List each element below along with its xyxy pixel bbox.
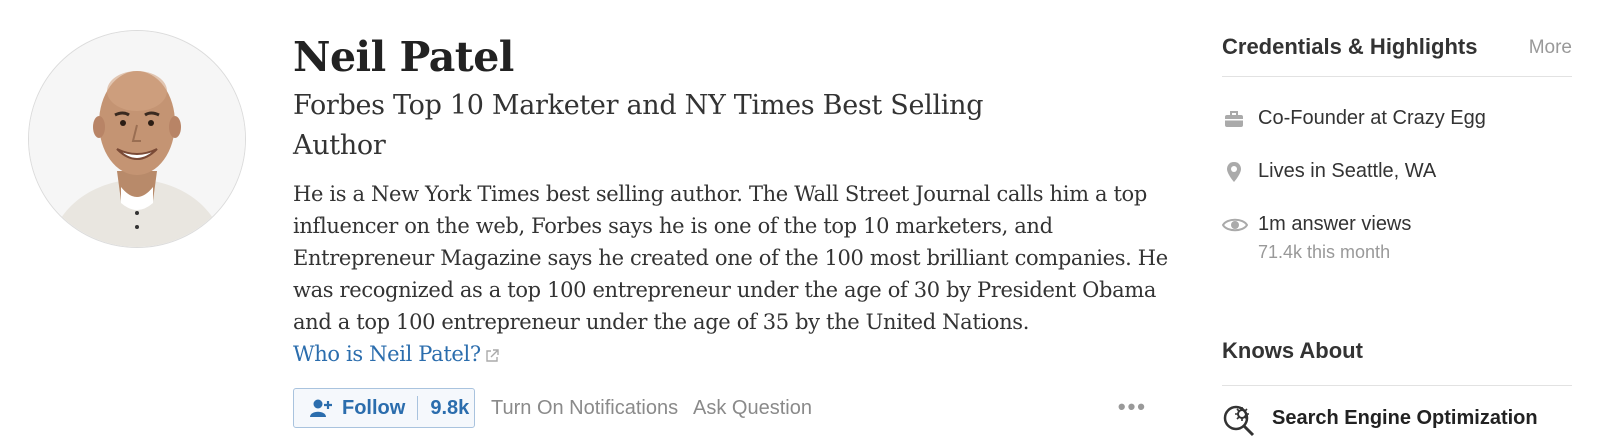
credential-item-views[interactable]: 1m answer views 71.4k this month [1221,209,1572,279]
bio-text: He is a New York Times best selling auth… [293,182,1168,334]
credential-subtext: 71.4k this month [1258,242,1391,262]
more-options-icon[interactable]: ••• [1118,394,1147,420]
credential-text: Co-Founder at Crazy Egg [1258,107,1486,129]
credential-text: 1m answer views [1258,213,1412,235]
topic-item[interactable]: Search Engine Optimization [1222,403,1572,439]
add-person-icon [310,398,332,418]
follow-label: Follow [342,396,406,419]
credentials-header: Credentials & Highlights More [1222,30,1572,77]
avatar[interactable] [28,30,246,248]
credentials-panel: Credentials & Highlights More Co-Founder… [1221,30,1572,279]
who-is-link-label: Who is Neil Patel? [293,342,481,366]
credentials-more-link[interactable]: More [1529,37,1572,59]
profile-actions: Follow 9.8k Turn On Notifications Ask Qu… [293,388,1173,430]
profile-photo [29,31,245,247]
credentials-title: Credentials & Highlights [1222,34,1478,59]
knows-about-panel: Knows About Search Engine Optimization [1222,335,1572,437]
knows-about-title: Knows About [1222,335,1572,386]
who-is-link[interactable]: Who is Neil Patel? [293,342,499,366]
search-gear-icon [1222,403,1258,444]
briefcase-icon [1222,107,1246,131]
profile-bio: He is a New York Times best selling auth… [293,178,1173,372]
location-pin-icon [1222,160,1246,184]
profile-name: Neil Patel [293,33,514,81]
external-link-icon [485,340,499,372]
eye-icon [1221,213,1249,237]
profile-main: Neil Patel Forbes Top 10 Marketer and NY… [293,30,1173,372]
topic-label: Search Engine Optimization [1272,407,1538,429]
ask-question-button[interactable]: Ask Question [693,397,812,420]
follower-count: 9.8k [417,396,469,420]
credential-item-employment[interactable]: Co-Founder at Crazy Egg [1222,103,1572,156]
profile-tagline: Forbes Top 10 Marketer and NY Times Best… [293,90,984,161]
credential-text: Lives in Seattle, WA [1258,160,1437,182]
turn-on-notifications-button[interactable]: Turn On Notifications [491,397,678,420]
credential-item-location[interactable]: Lives in Seattle, WA [1222,156,1572,209]
follow-button[interactable]: Follow 9.8k [293,388,475,428]
